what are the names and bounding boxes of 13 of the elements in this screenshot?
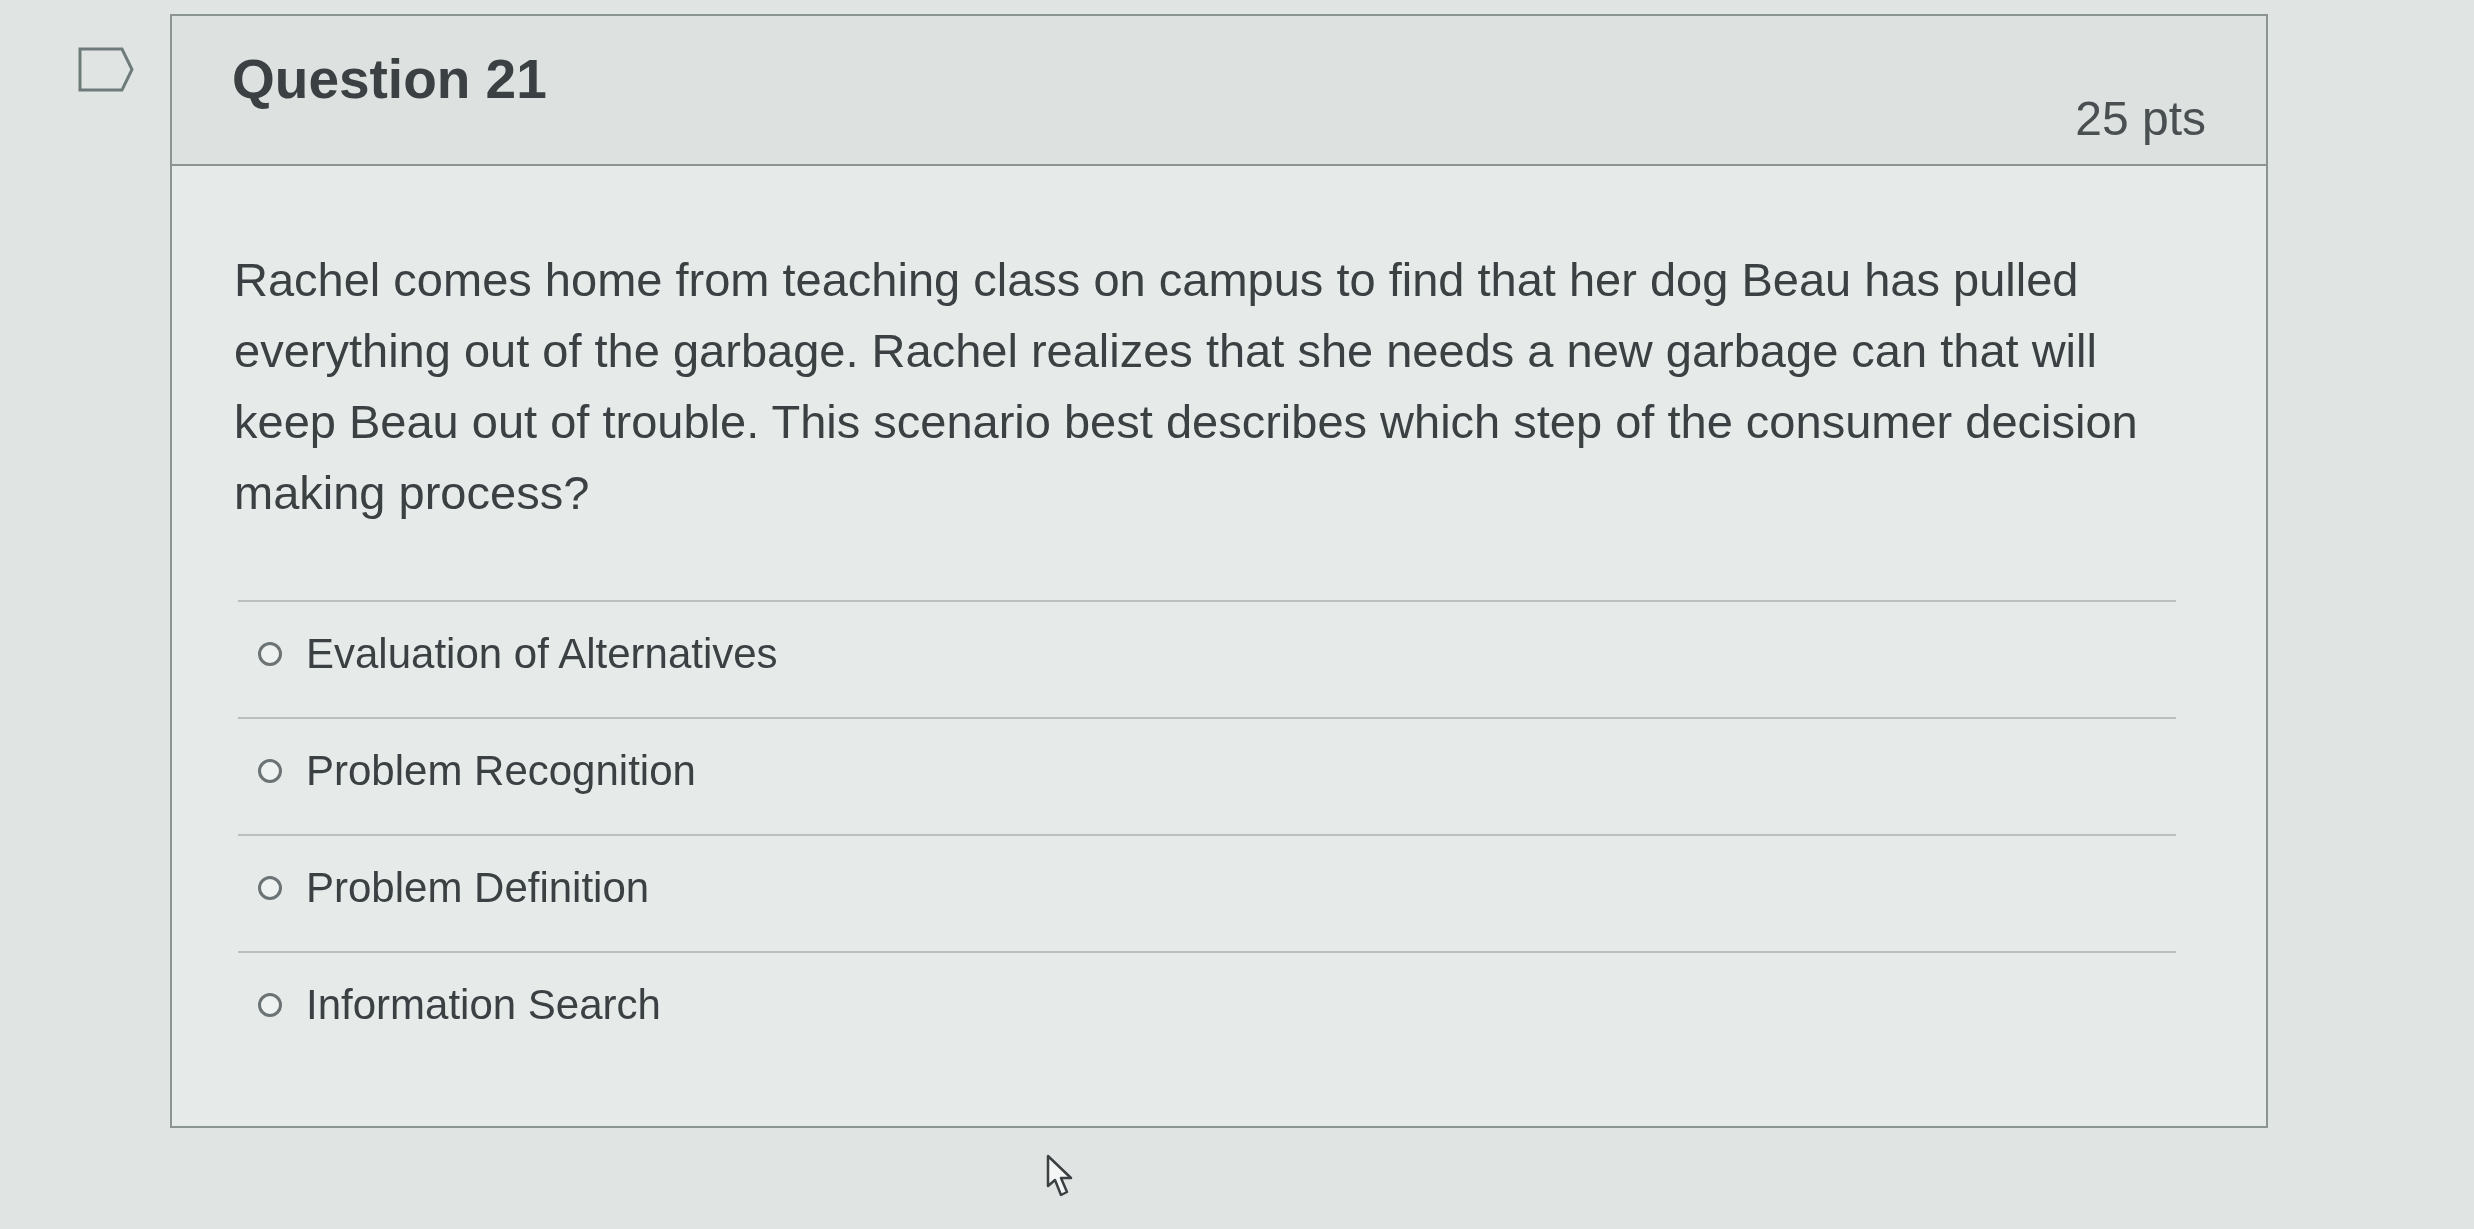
option-label[interactable]: Evaluation of Alternatives — [306, 627, 778, 680]
radio-button[interactable] — [258, 758, 282, 783]
radio-button[interactable] — [258, 992, 282, 1017]
radio-button[interactable] — [258, 875, 282, 900]
question-text: Rachel comes home from teaching class on campus to find that her dog Beau has pulled everything out of the garbage. Rachel realizes that she needs a new garbage can that will keep Beau out of trouble. This scenario best describes which step of the consumer decision making process? — [234, 252, 2139, 521]
radio-button[interactable] — [258, 641, 282, 666]
points-label: 25 pts — [2075, 91, 2206, 147]
option-label[interactable]: Problem Recognition — [306, 744, 696, 797]
flag-icon[interactable] — [78, 47, 134, 92]
option-label[interactable]: Information Search — [306, 978, 661, 1031]
question-title: Question 21 — [232, 48, 547, 110]
option-label[interactable]: Problem Definition — [306, 861, 650, 914]
mouse-pointer-icon — [1046, 1154, 1074, 1198]
